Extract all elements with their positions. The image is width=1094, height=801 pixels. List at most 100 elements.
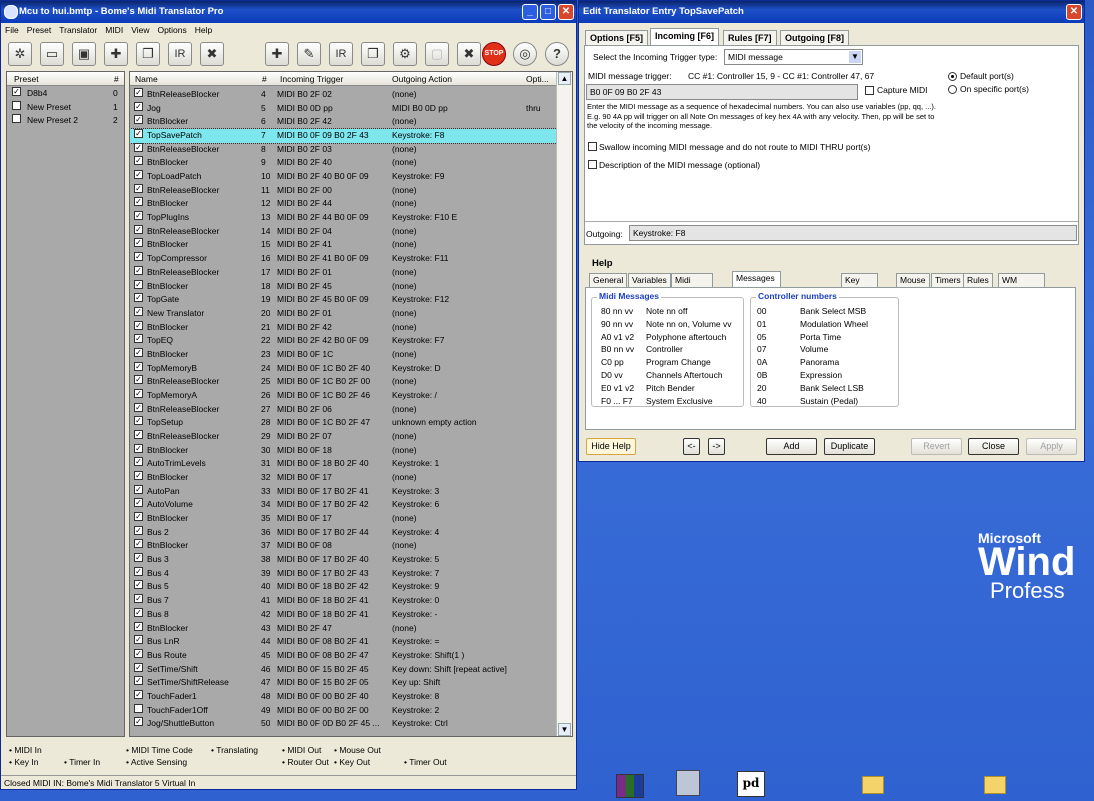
midi-ports-icon[interactable]: ◎ xyxy=(513,42,537,66)
tab-incoming[interactable]: Incoming [F6] xyxy=(650,28,719,46)
hide-help-button[interactable]: Hide Help xyxy=(586,438,636,455)
preset-row[interactable]: ✓ D8b4 0 xyxy=(7,87,124,101)
trigger-type-select[interactable]: MIDI message ▼ xyxy=(724,49,863,65)
tab-rules[interactable]: Rules [F7] xyxy=(723,30,777,46)
header-options[interactable]: Opti... xyxy=(526,73,549,85)
translator-row[interactable]: ✓ AutoTrimLevels 31 MIDI B0 0F 18 B0 2F 40 K… xyxy=(130,457,557,471)
translator-row[interactable]: ✓ SetTime/ShiftRelease 47 MIDI B0 0F 15 B0 … xyxy=(130,676,557,690)
translator-row[interactable]: ✓ BtnReleaseBlocker 27 MIDI B0 2F 06 (none) xyxy=(130,402,557,417)
translator-row[interactable]: ✓ BtnReleaseBlocker 29 MIDI B0 2F 07 (none) xyxy=(130,430,557,444)
close-dialog-button[interactable]: Close xyxy=(968,438,1019,455)
rename-translator-icon[interactable]: IR xyxy=(329,42,353,66)
help-tab[interactable]: General xyxy=(589,273,628,287)
translator-row[interactable]: ✓ BtnBlocker 35 MIDI B0 0F 17 (none) xyxy=(130,512,557,526)
preset-header-name[interactable]: Preset xyxy=(14,73,39,85)
menu-help[interactable]: Help xyxy=(191,25,216,35)
preset-checkbox[interactable]: ✓ xyxy=(12,87,21,96)
translator-checkbox[interactable]: ✓ xyxy=(134,553,143,563)
translator-row[interactable]: ✓ Jog/ShuttleButton 50 MIDI B0 0F 0D B0 2F … xyxy=(130,717,557,731)
translator-checkbox[interactable]: ✓ xyxy=(134,388,143,398)
default-port-radio[interactable] xyxy=(948,72,957,81)
tab-outgoing[interactable]: Outgoing [F8] xyxy=(780,30,849,46)
save-icon[interactable]: ▣ xyxy=(72,42,96,66)
duplicate-button[interactable]: Duplicate xyxy=(824,438,875,455)
translator-row[interactable]: ✓ AutoPan 33 MIDI B0 0F 17 B0 2F 41 Keystrok… xyxy=(130,484,557,499)
minimize-button[interactable]: _ xyxy=(522,4,538,20)
add-preset-icon[interactable]: ✚ xyxy=(104,42,128,66)
winrar-icon[interactable] xyxy=(616,774,644,798)
help-tab[interactable]: Midi Message xyxy=(671,273,714,298)
folder-icon[interactable] xyxy=(984,776,1006,794)
translator-checkbox[interactable]: ✓ xyxy=(134,484,143,494)
menu-preset[interactable]: Preset xyxy=(23,25,56,35)
help-tab[interactable]: Mouse xyxy=(896,273,930,287)
translator-checkbox[interactable]: ✓ xyxy=(134,662,143,672)
translator-row[interactable]: ✓ BtnBlocker 12 MIDI B0 2F 44 (none) xyxy=(130,197,557,211)
translator-row[interactable]: ✓ BtnReleaseBlocker 8 MIDI B0 2F 03 (none) xyxy=(130,142,557,157)
translator-checkbox[interactable]: ✓ xyxy=(134,457,143,467)
translator-checkbox[interactable]: ✓ xyxy=(134,580,143,590)
translator-row[interactable]: ✓ TopPlugIns 13 MIDI B0 2F 44 B0 0F 09 Keyst… xyxy=(130,211,557,225)
translator-row[interactable]: ✓ BtnReleaseBlocker 4 MIDI B0 2F 02 (none) xyxy=(130,88,557,102)
midi-message-input[interactable]: B0 0F 09 B0 2F 43 xyxy=(586,84,858,100)
translator-row[interactable]: TouchFader1Off 49 MIDI B0 0F 00 B0 2F 00 Ke… xyxy=(130,703,557,718)
translator-checkbox[interactable]: ✓ xyxy=(134,717,143,727)
translator-checkbox[interactable]: ✓ xyxy=(134,306,143,316)
translator-checkbox[interactable]: ✓ xyxy=(134,129,143,139)
preset-row[interactable]: New Preset 1 xyxy=(7,100,124,115)
add-button[interactable]: Add xyxy=(766,438,817,455)
translator-row[interactable]: ✓ Bus 2 36 MIDI B0 0F 17 B0 2F 44 Keystroke:… xyxy=(130,525,557,540)
translator-checkbox[interactable]: ✓ xyxy=(134,252,143,262)
delete-preset-icon[interactable]: ✖ xyxy=(200,42,224,66)
revert-button[interactable]: Revert xyxy=(911,438,962,455)
usb-icon[interactable] xyxy=(676,770,700,796)
help-tab[interactable]: Messages and Controllers xyxy=(732,271,782,309)
translator-row[interactable]: ✓ BtnBlocker 23 MIDI B0 0F 1C (none) xyxy=(130,347,557,362)
translator-row[interactable]: ✓ BtnBlocker 15 MIDI B0 2F 41 (none) xyxy=(130,238,557,252)
translator-checkbox[interactable]: ✓ xyxy=(134,347,143,357)
preset-checkbox[interactable] xyxy=(12,114,21,124)
header-name[interactable]: Name xyxy=(135,73,158,85)
translator-row[interactable]: ✓ Bus 8 42 MIDI B0 0F 18 B0 2F 41 Keystroke:… xyxy=(130,607,557,622)
folder-icon[interactable] xyxy=(862,776,884,794)
description-checkbox[interactable] xyxy=(588,160,597,169)
translator-checkbox[interactable]: ✓ xyxy=(134,621,143,631)
translator-row[interactable]: ✓ TopMemoryB 24 MIDI B0 0F 1C B0 2F 40 Keyst… xyxy=(130,361,557,376)
open-icon[interactable]: ▭ xyxy=(40,42,64,66)
preset-checkbox[interactable] xyxy=(12,100,21,110)
translator-row[interactable]: ✓ Bus Route 45 MIDI B0 0F 08 B0 2F 47 Keystr… xyxy=(130,648,557,663)
vertical-scrollbar[interactable]: ▲ ▼ xyxy=(556,72,572,736)
translator-row[interactable]: ✓ BtnBlocker 6 MIDI B0 2F 42 (none) xyxy=(130,115,557,129)
tab-options[interactable]: Options [F5] xyxy=(585,30,648,46)
translator-row[interactable]: ✓ Bus 5 40 MIDI B0 0F 18 B0 2F 42 Keystroke:… xyxy=(130,580,557,594)
preset-header-num[interactable]: # xyxy=(114,73,119,85)
translator-checkbox[interactable]: ✓ xyxy=(134,539,143,549)
translator-checkbox[interactable]: ✓ xyxy=(134,265,143,275)
preset-row[interactable]: New Preset 2 2 xyxy=(7,114,124,128)
specific-port-radio[interactable] xyxy=(948,85,957,94)
translator-checkbox[interactable]: ✓ xyxy=(134,279,143,289)
translator-checkbox[interactable]: ✓ xyxy=(134,361,143,371)
translator-row[interactable]: ✓ TopSetup 28 MIDI B0 0F 1C B0 2F 47 unknown… xyxy=(130,416,557,430)
translator-checkbox[interactable]: ✓ xyxy=(134,375,143,385)
translator-checkbox[interactable]: ✓ xyxy=(134,498,143,508)
help-tab[interactable]: WM Messages xyxy=(998,273,1045,298)
translator-checkbox[interactable]: ✓ xyxy=(134,648,143,658)
translator-row[interactable]: ✓ Jog 5 MIDI B0 0D pp MIDI B0 0D pp thru xyxy=(130,101,557,116)
translator-checkbox[interactable]: ✓ xyxy=(134,183,143,193)
translator-checkbox[interactable]: ✓ xyxy=(134,211,143,221)
translator-row[interactable]: ✓ BtnBlocker 21 MIDI B0 2F 42 (none) xyxy=(130,320,557,335)
swallow-checkbox[interactable] xyxy=(588,142,597,151)
translator-row[interactable]: ✓ Bus 4 39 MIDI B0 0F 17 B0 2F 43 Keystroke:… xyxy=(130,566,557,581)
close-button[interactable]: ✕ xyxy=(558,4,574,20)
translator-row[interactable]: ✓ BtnReleaseBlocker 14 MIDI B0 2F 04 (none) xyxy=(130,224,557,239)
header-outgoing[interactable]: Outgoing Action xyxy=(392,73,452,85)
translator-checkbox[interactable]: ✓ xyxy=(134,607,143,617)
preset-settings-icon[interactable]: ✲ xyxy=(8,42,32,66)
translator-checkbox[interactable]: ✓ xyxy=(134,566,143,576)
translator-settings-icon[interactable]: ⚙ xyxy=(393,42,417,66)
delete-translator-icon[interactable]: ✖ xyxy=(457,42,481,66)
translator-row[interactable]: ✓ AutoVolume 34 MIDI B0 0F 17 B0 2F 42 Keyst… xyxy=(130,498,557,512)
translator-checkbox[interactable]: ✓ xyxy=(134,689,143,699)
translator-checkbox[interactable]: ✓ xyxy=(134,594,143,604)
